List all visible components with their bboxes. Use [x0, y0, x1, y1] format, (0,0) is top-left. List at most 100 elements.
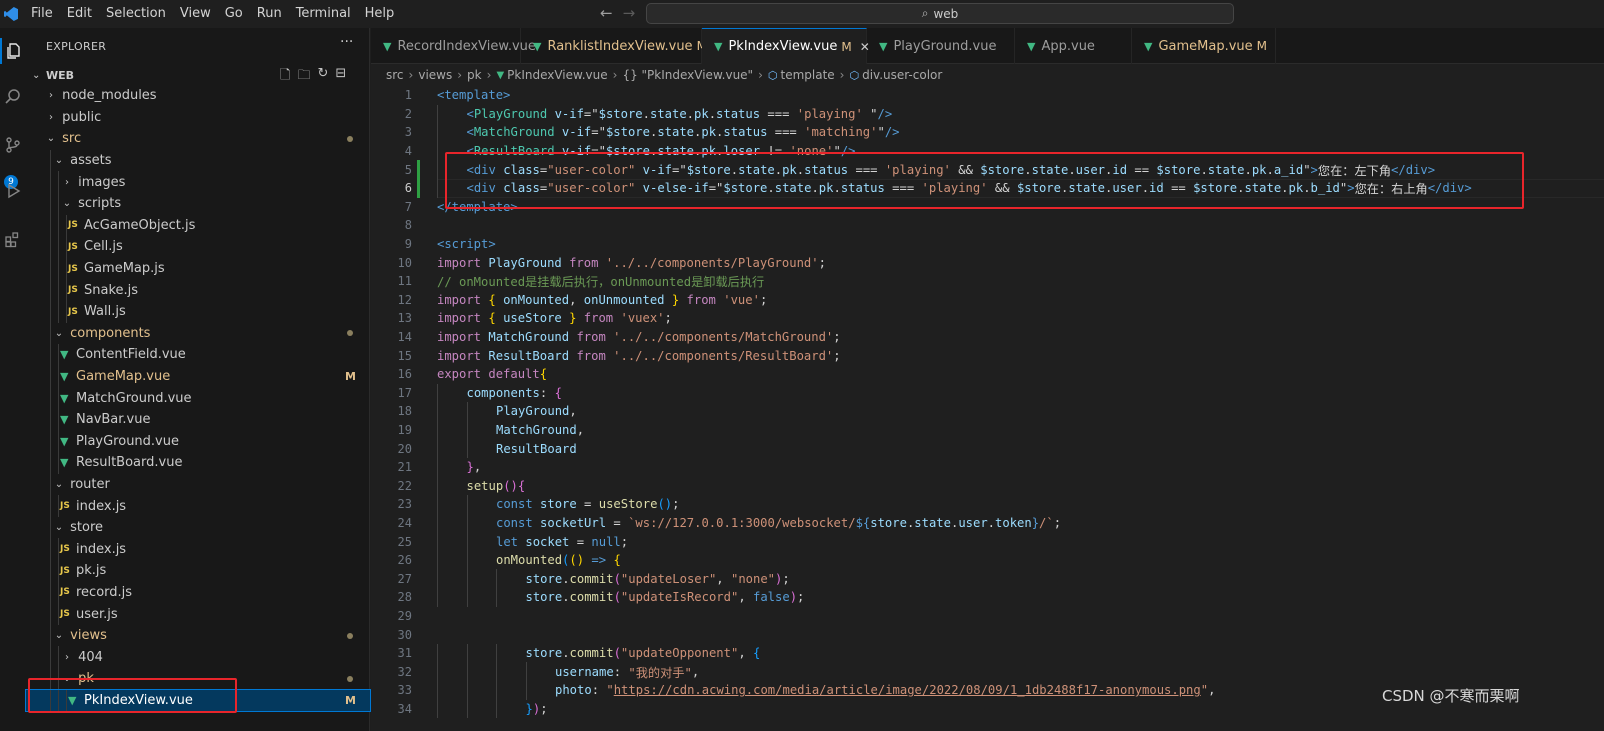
tree-file[interactable]: JS AcGameObject.js: [26, 214, 370, 237]
tab-playground-vue[interactable]: ▼ PlayGround.vue: [867, 28, 1015, 64]
tree-file[interactable]: JS user.js: [26, 603, 370, 625]
tree-folder[interactable]: › public: [26, 107, 370, 129]
js-file-icon: JS: [60, 565, 70, 576]
breadcrumb-item[interactable]: template: [781, 68, 835, 82]
token: (: [562, 553, 570, 568]
forward-arrow-icon[interactable]: →: [623, 4, 636, 22]
token: const: [496, 515, 533, 530]
breadcrumb-item[interactable]: views: [418, 68, 452, 82]
explorer-icon[interactable]: [0, 38, 26, 64]
extensions-icon[interactable]: [0, 226, 26, 252]
token: false: [753, 590, 790, 605]
token: ResultBoard: [496, 441, 577, 456]
tree-file[interactable]: JS pk.js: [26, 560, 370, 582]
token: {: [488, 292, 496, 307]
tab-ranklistindexview-vue[interactable]: ▼RanklistIndexView.vueM: [521, 28, 707, 64]
line-number: 25: [397, 534, 412, 549]
tree-folder[interactable]: ⌄ store: [26, 516, 370, 539]
tree-folder[interactable]: ⌄ router: [26, 473, 370, 496]
search-text: web: [933, 6, 959, 21]
breadcrumb-item[interactable]: pk: [467, 68, 482, 82]
code-line: 3 < MatchGround v-if =" $store. state. pk. stat…: [371, 123, 1604, 142]
indent-guide: [58, 387, 59, 409]
workspace-section-header[interactable]: ⌄ WEB 🗋 🗀 ↻ ⊟: [26, 64, 370, 86]
tab-gamemap-vue[interactable]: ▼ GameMap.vue M: [1132, 28, 1276, 64]
breadcrumb-item[interactable]: PkIndexView.vue: [507, 68, 608, 82]
tree-folder[interactable]: ⌄ components: [26, 322, 370, 345]
source-control-icon[interactable]: [0, 132, 26, 158]
indent-guide: [437, 457, 438, 477]
tree-file[interactable]: ▼ PlayGround.vue: [26, 430, 370, 453]
token: PlayGround: [496, 404, 570, 419]
tree-file[interactable]: ▼ NavBar.vue: [26, 408, 370, 431]
annotation-box-code: [445, 152, 1524, 209]
indent-guide: [50, 473, 51, 496]
token: ,: [569, 404, 577, 419]
element-icon: ⬡: [767, 68, 778, 82]
tree-file[interactable]: JS index.js: [26, 495, 370, 517]
indent-guide: [58, 646, 59, 669]
tree-file[interactable]: JS record.js: [26, 581, 370, 604]
code-text: store. commit("updateLoser", "none");: [526, 569, 790, 588]
command-center-search[interactable]: ⌕ web: [646, 3, 1234, 24]
activity-bar: 9: [0, 28, 26, 731]
tree-folder[interactable]: › 404: [26, 646, 370, 669]
line-number: 2: [404, 106, 412, 121]
tree-file[interactable]: ▼ GameMap.vue M: [26, 365, 370, 388]
tree-file[interactable]: ▼ MatchGround.vue: [26, 387, 370, 409]
tree-folder[interactable]: › node_modules: [26, 85, 370, 107]
chevron-right-icon: ›: [65, 176, 69, 188]
tab-pkindexview-vue[interactable]: ▼ PkIndexView.vue M ✕: [702, 28, 870, 64]
indent-guide: [66, 257, 67, 280]
menu-run[interactable]: Run: [250, 0, 289, 28]
tab-app-vue[interactable]: ▼ App.vue: [1015, 28, 1132, 64]
breadcrumb: src › views › pk › ▼ PkIndexView.vue › {} "PkInde…: [371, 64, 1604, 86]
token: components: [466, 385, 540, 400]
menu-help[interactable]: Help: [358, 0, 402, 28]
tree-file[interactable]: JS GameMap.js: [26, 257, 370, 280]
token: ): [789, 590, 798, 605]
tree-file[interactable]: JS Cell.js: [26, 236, 370, 258]
tree-file[interactable]: ▼ ContentField.vue: [26, 344, 370, 366]
token: ": [877, 125, 885, 140]
breadcrumb-item[interactable]: div.user-color: [862, 68, 942, 82]
tree-file[interactable]: JS Snake.js: [26, 279, 370, 301]
token: (): [657, 497, 673, 512]
indent-guide: [66, 279, 67, 301]
back-arrow-icon[interactable]: ←: [600, 4, 613, 22]
tree-folder[interactable]: ⌄ assets: [26, 149, 370, 172]
indent-guide: [437, 141, 438, 161]
tab-recordindexview-vue[interactable]: ▼ RecordIndexView.vue: [371, 28, 536, 64]
menu-file[interactable]: File: [24, 0, 60, 28]
token: from: [686, 292, 716, 307]
tree-item-label: user.js: [76, 606, 118, 622]
indent-guide: [496, 588, 497, 607]
token: state: [657, 125, 695, 140]
tree-folder[interactable]: › images: [26, 171, 370, 193]
menu-edit[interactable]: Edit: [60, 0, 99, 28]
run-debug-icon[interactable]: [0, 178, 26, 204]
line-number: 17: [397, 385, 412, 400]
menu-view[interactable]: View: [173, 0, 218, 28]
tree-file[interactable]: JS Wall.js: [26, 300, 370, 323]
breadcrumb-separator-icon: ›: [408, 68, 414, 82]
tree-file[interactable]: ▼ ResultBoard.vue: [26, 452, 370, 474]
code-text: store. commit("updateOpponent", {: [526, 644, 761, 663]
breadcrumb-item[interactable]: src: [386, 68, 404, 82]
breadcrumb-item[interactable]: {} "PkIndexView.vue": [622, 68, 753, 82]
tree-folder[interactable]: ⌄ views: [26, 624, 370, 647]
search-view-icon[interactable]: [0, 83, 26, 109]
tree-file[interactable]: JS index.js: [26, 538, 370, 561]
line-number: 33: [397, 683, 412, 698]
chevron-down-icon: ⌄: [54, 327, 64, 339]
tree-folder[interactable]: ⌄ src: [26, 128, 370, 150]
menu-selection[interactable]: Selection: [99, 0, 173, 28]
menu-go[interactable]: Go: [218, 0, 250, 28]
more-actions-icon[interactable]: ···: [340, 34, 353, 50]
token: null: [591, 534, 621, 549]
menu-terminal[interactable]: Terminal: [289, 0, 358, 28]
tree-folder[interactable]: ⌄ scripts: [26, 192, 370, 215]
